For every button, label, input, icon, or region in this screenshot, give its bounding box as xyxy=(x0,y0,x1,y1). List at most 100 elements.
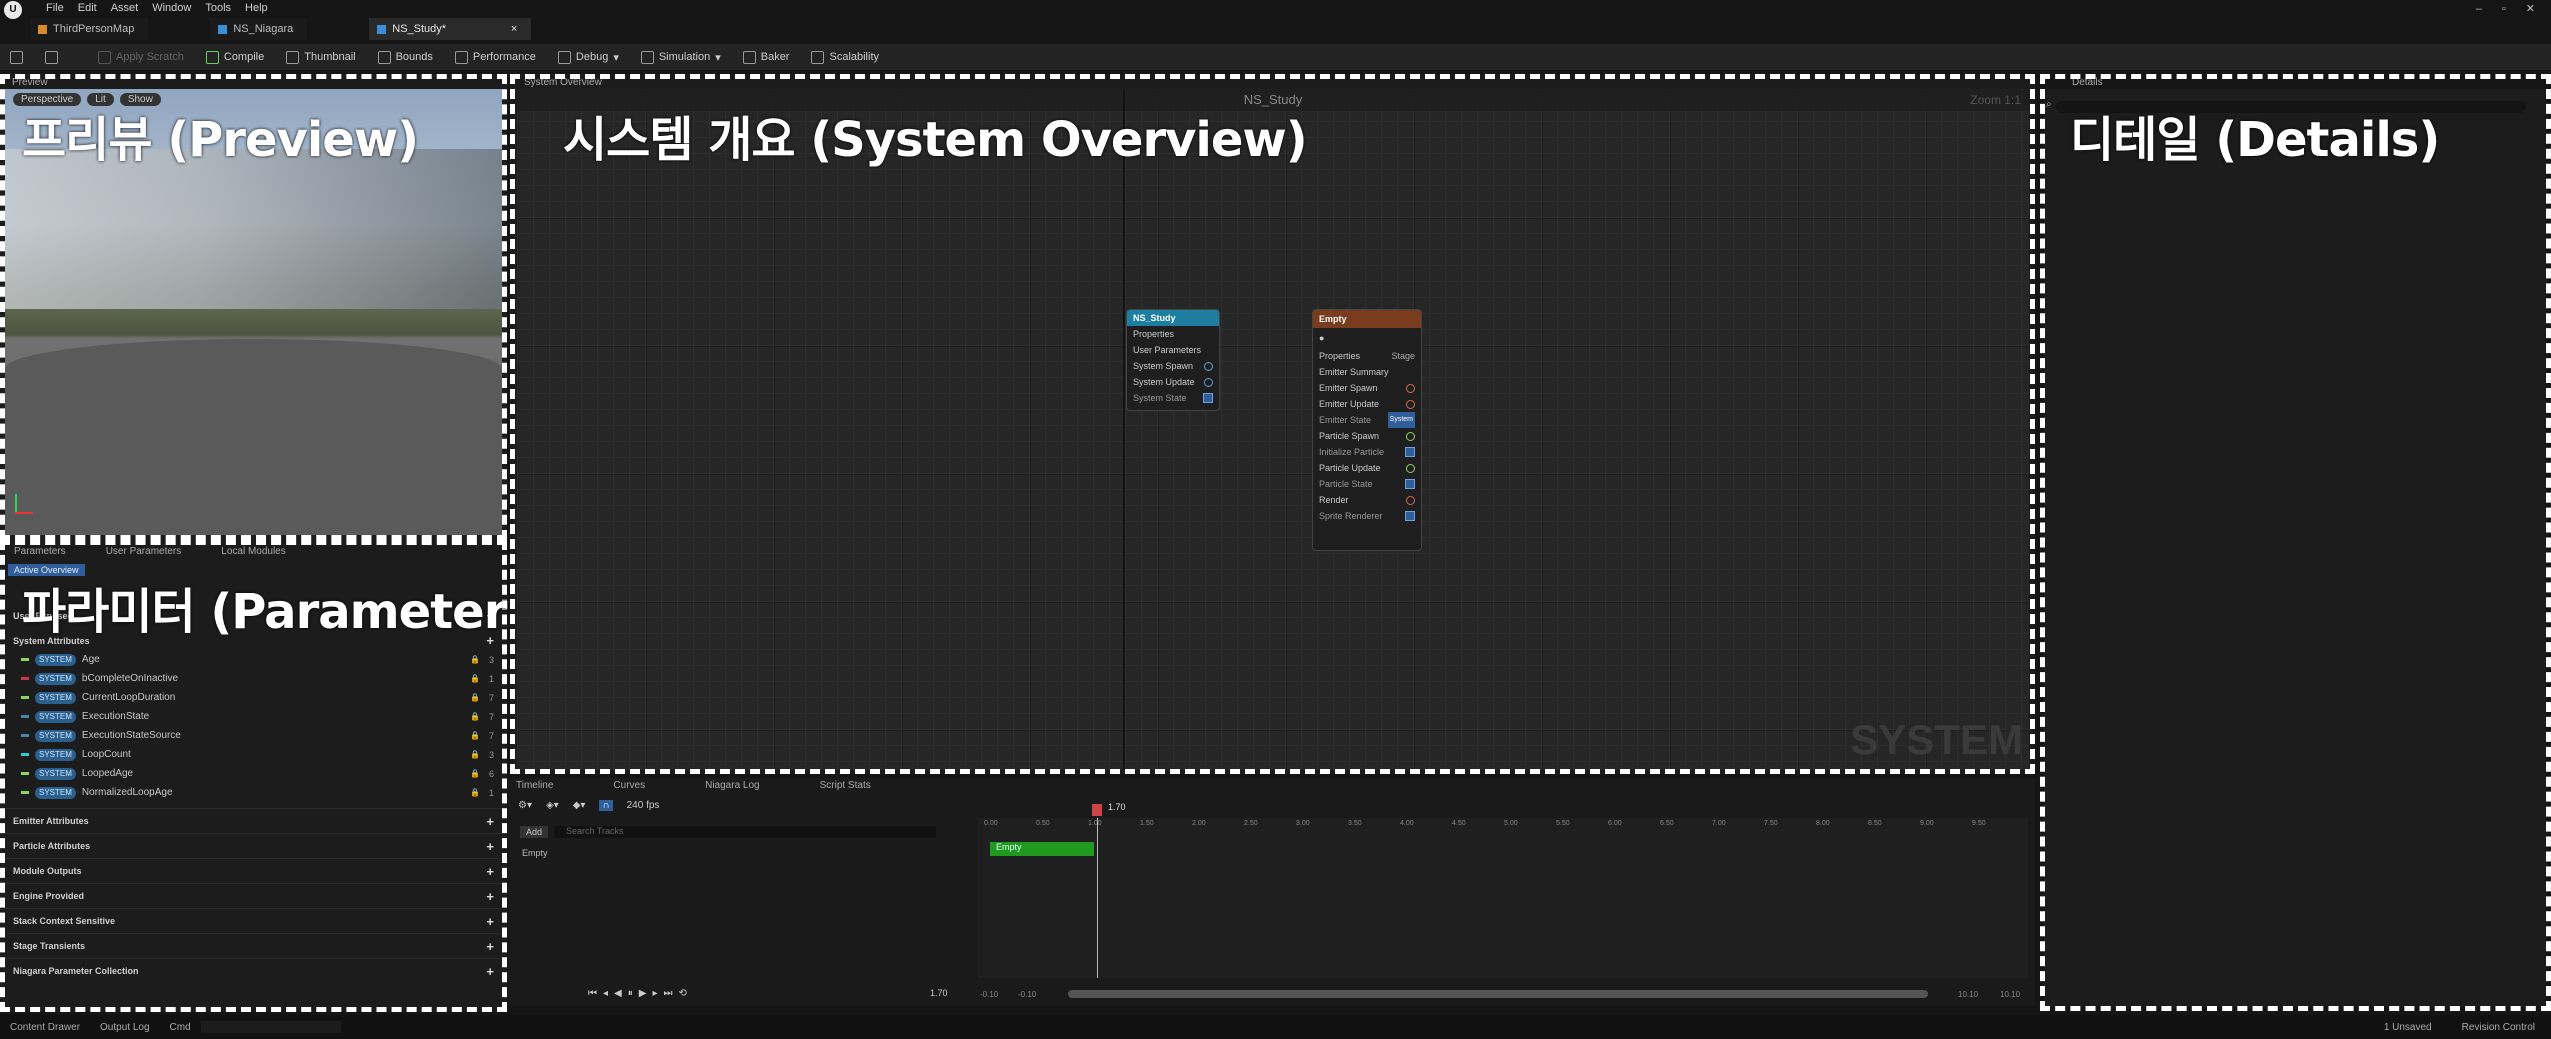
current-time-field[interactable]: 1.70 xyxy=(930,988,948,998)
section-stack-context-sensitive[interactable]: Stack Context Sensitive + xyxy=(5,908,502,933)
section-particle-attributes[interactable]: Particle Attributes + xyxy=(5,833,502,858)
menu-tools[interactable]: Tools xyxy=(205,2,231,14)
menu-help[interactable]: Help xyxy=(245,2,268,14)
prev-key-icon[interactable]: ◂ xyxy=(603,988,608,999)
emitter-properties-row[interactable]: Properties Stage xyxy=(1313,348,1421,364)
debug-dropdown[interactable]: Debug ▾ xyxy=(557,50,619,64)
system-properties-row[interactable]: Properties xyxy=(1127,326,1219,342)
timeline-scrollbar[interactable] xyxy=(1068,990,1928,998)
skip-end-icon[interactable]: ⏭ xyxy=(663,988,672,999)
search-tracks-input[interactable]: Search Tracks xyxy=(554,826,937,838)
add-pin-icon[interactable] xyxy=(1406,495,1415,505)
menu-file[interactable]: File xyxy=(46,2,64,14)
emitter-summary-row[interactable]: Emitter Summary xyxy=(1313,364,1421,380)
track-row[interactable]: Empty xyxy=(522,846,922,860)
particle-spawn-row[interactable]: Particle Spawn xyxy=(1313,428,1421,444)
output-log-button[interactable]: Output Log xyxy=(100,1022,149,1033)
emitter-update-row[interactable]: Emitter Update xyxy=(1313,396,1421,412)
add-icon[interactable]: + xyxy=(486,914,494,929)
emitter-state-row[interactable]: Emitter State System xyxy=(1313,412,1421,428)
save-icon[interactable] xyxy=(10,50,23,64)
particle-update-row[interactable]: Particle Update xyxy=(1313,460,1421,476)
playhead[interactable] xyxy=(1097,818,1098,978)
tab-curves[interactable]: Curves xyxy=(613,780,645,791)
add-pin-icon[interactable] xyxy=(1204,377,1213,387)
list-item[interactable]: SYSTEM LoopCount 🔒 3 xyxy=(5,745,502,764)
list-item[interactable]: SYSTEM Age 🔒 3 xyxy=(5,650,502,669)
revision-control-button[interactable]: Revision Control xyxy=(2462,1022,2535,1033)
simulation-dropdown[interactable]: Simulation ▾ xyxy=(640,50,721,64)
system-state-row[interactable]: System State xyxy=(1127,390,1219,406)
cmd-dropdown[interactable]: Cmd xyxy=(170,1022,191,1033)
thumbnail-button[interactable]: Thumbnail xyxy=(286,50,356,64)
details-tab[interactable]: Details xyxy=(2072,77,2103,88)
fps-dropdown[interactable]: 240 fps xyxy=(627,800,660,811)
enabled-checkbox[interactable] xyxy=(1405,511,1415,521)
range-start-view[interactable]: -0.10 xyxy=(1018,990,1036,999)
bounds-button[interactable]: Bounds xyxy=(377,50,433,64)
scalability-button[interactable]: Scalability xyxy=(811,50,879,64)
enabled-checkbox[interactable] xyxy=(1405,447,1415,457)
menu-window[interactable]: Window xyxy=(152,2,191,14)
add-icon[interactable]: + xyxy=(486,864,494,879)
list-item[interactable]: SYSTEM ExecutionState 🔒 7 xyxy=(5,707,502,726)
compile-button[interactable]: Compile xyxy=(205,50,264,64)
minimize-icon[interactable]: – xyxy=(2476,3,2482,15)
emitter-node[interactable]: Empty ● Properties Stage Emitter Summary … xyxy=(1312,309,1422,551)
key-options-icon[interactable]: ◆▾ xyxy=(573,800,586,811)
close-tab-icon[interactable]: × xyxy=(511,18,517,40)
skip-start-icon[interactable]: ⏮ xyxy=(588,988,597,999)
system-spawn-row[interactable]: System Spawn xyxy=(1127,358,1219,374)
apply-scratch-button[interactable]: Apply Scratch xyxy=(98,50,184,64)
snap-icon[interactable]: ∩ xyxy=(599,800,613,811)
menu-asset[interactable]: Asset xyxy=(111,2,139,14)
add-pin-icon[interactable] xyxy=(1406,383,1415,393)
range-start[interactable]: -0.10 xyxy=(980,990,998,999)
particle-state-row[interactable]: Particle State xyxy=(1313,476,1421,492)
tab-third-person-map[interactable]: ThirdPersonMap xyxy=(30,18,149,40)
tab-ns-study[interactable]: NS_Study* × xyxy=(369,18,532,40)
baker-button[interactable]: Baker xyxy=(742,50,789,64)
enabled-checkbox[interactable] xyxy=(1405,479,1415,489)
system-update-row[interactable]: System Update xyxy=(1127,374,1219,390)
sequencer-tool-icon[interactable]: ⚙▾ xyxy=(518,800,532,811)
section-emitter-attributes[interactable]: Emitter Attributes + xyxy=(5,808,502,833)
loop-icon[interactable]: ⟲ xyxy=(678,988,686,999)
pause-icon[interactable]: ⏸ xyxy=(628,988,633,999)
render-row[interactable]: Render xyxy=(1313,492,1421,508)
tab-ns-niagara[interactable]: NS_Niagara xyxy=(210,18,308,40)
range-end[interactable]: 10.10 xyxy=(2000,990,2020,999)
add-icon[interactable]: + xyxy=(486,889,494,904)
system-overview-graph[interactable]: NS_Study Zoom 1:1 SYSTEM NS_Study Proper… xyxy=(517,89,2029,770)
unsaved-indicator[interactable]: 1 Unsaved xyxy=(2384,1022,2432,1033)
add-pin-icon[interactable] xyxy=(1204,361,1213,371)
range-end-view[interactable]: 10.10 xyxy=(1958,990,1978,999)
enabled-checkbox[interactable] xyxy=(1203,393,1213,403)
section-niagara-parameter-collection[interactable]: Niagara Parameter Collection + xyxy=(5,958,502,983)
maximize-icon[interactable]: ▫ xyxy=(2502,3,2506,15)
reverse-icon[interactable]: ◀ xyxy=(614,988,622,999)
system-user-params-row[interactable]: User Parameters xyxy=(1127,342,1219,358)
playhead-handle-icon[interactable] xyxy=(1092,804,1102,816)
initialize-particle-row[interactable]: Initialize Particle xyxy=(1313,444,1421,460)
add-icon[interactable]: + xyxy=(486,814,494,829)
emitter-spawn-row[interactable]: Emitter Spawn xyxy=(1313,380,1421,396)
unreal-logo-icon[interactable]: U xyxy=(4,1,22,19)
section-engine-provided[interactable]: Engine Provided + xyxy=(5,883,502,908)
console-input[interactable] xyxy=(200,1021,341,1033)
add-track-button[interactable]: Add xyxy=(520,826,549,838)
timeline-area[interactable]: 0.00 0.50 1.00 1.50 2.00 2.50 3.00 3.50 4.00 4.50… xyxy=(978,802,2028,978)
content-drawer-button[interactable]: Content Drawer xyxy=(10,1022,80,1033)
list-item[interactable]: SYSTEM ExecutionStateSource 🔒 7 xyxy=(5,726,502,745)
list-item[interactable]: SYSTEM LoopedAge 🔒 6 xyxy=(5,764,502,783)
menu-edit[interactable]: Edit xyxy=(78,2,97,14)
emitter-track-bar[interactable]: Empty xyxy=(990,842,1094,856)
add-icon[interactable]: + xyxy=(486,839,494,854)
list-item[interactable]: SYSTEM CurrentLoopDuration 🔒 7 xyxy=(5,688,502,707)
tab-timeline[interactable]: Timeline xyxy=(516,780,553,791)
section-stage-transients[interactable]: Stage Transients + xyxy=(5,933,502,958)
system-overview-tab[interactable]: System Overview xyxy=(524,77,602,88)
next-key-icon[interactable]: ▸ xyxy=(652,988,657,999)
playback-options-icon[interactable]: ◈▾ xyxy=(546,800,559,811)
add-pin-icon[interactable] xyxy=(1406,431,1415,441)
